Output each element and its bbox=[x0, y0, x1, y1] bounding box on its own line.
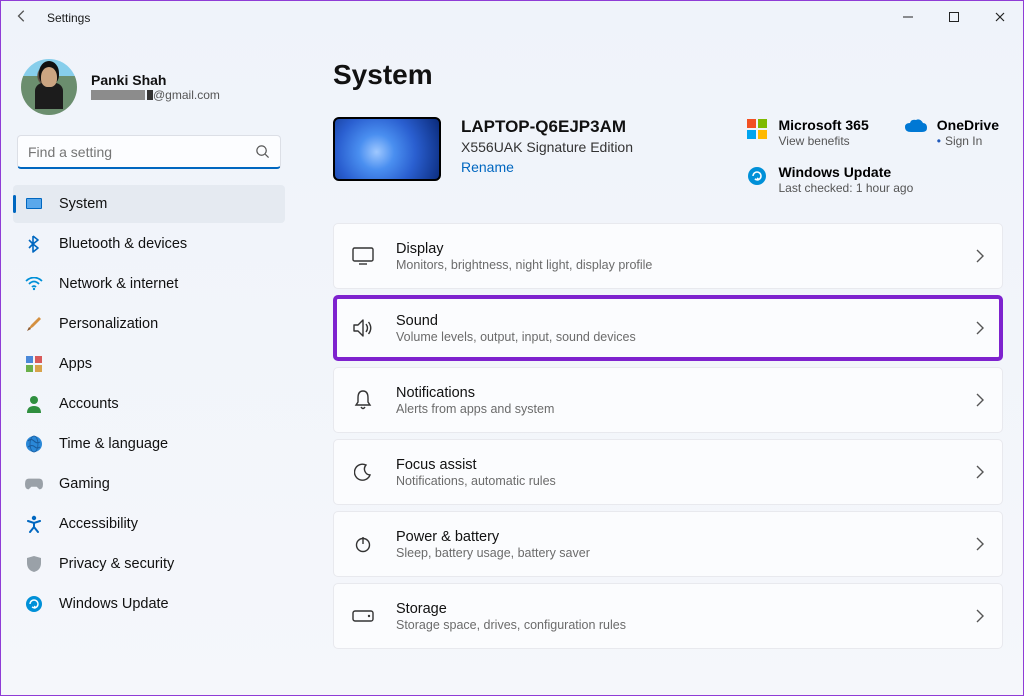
card-power[interactable]: Power & batterySleep, battery usage, bat… bbox=[333, 511, 1003, 577]
sidebar-item-label: Windows Update bbox=[59, 596, 169, 612]
sidebar-item-gaming[interactable]: Gaming bbox=[13, 465, 285, 503]
system-icon bbox=[25, 195, 43, 213]
sidebar-item-privacy[interactable]: Privacy & security bbox=[13, 545, 285, 583]
minimize-button[interactable] bbox=[885, 1, 931, 33]
sidebar-item-update[interactable]: Windows Update bbox=[13, 585, 285, 623]
accessibility-icon bbox=[25, 515, 43, 533]
window-controls bbox=[885, 1, 1023, 33]
chevron-right-icon bbox=[976, 465, 984, 479]
device-block: LAPTOP-Q6EJP3AM X556UAK Signature Editio… bbox=[333, 117, 1003, 195]
profile[interactable]: Panki Shah @gmail.com bbox=[21, 59, 285, 115]
sidebar-item-label: System bbox=[59, 196, 107, 212]
profile-email: @gmail.com bbox=[91, 88, 220, 102]
card-notifications[interactable]: NotificationsAlerts from apps and system bbox=[333, 367, 1003, 433]
storage-icon bbox=[352, 605, 374, 627]
sidebar-item-label: Network & internet bbox=[59, 276, 178, 292]
maximize-button[interactable] bbox=[931, 1, 977, 33]
sidebar-item-label: Gaming bbox=[59, 476, 110, 492]
ms365-icon bbox=[747, 119, 767, 139]
sound-icon bbox=[352, 317, 374, 339]
card-sound[interactable]: SoundVolume levels, output, input, sound… bbox=[333, 295, 1003, 361]
chevron-right-icon bbox=[976, 249, 984, 263]
sidebar-item-time[interactable]: Time & language bbox=[13, 425, 285, 463]
sidebar-item-network[interactable]: Network & internet bbox=[13, 265, 285, 303]
display-icon bbox=[352, 245, 374, 267]
globe-icon bbox=[25, 435, 43, 453]
sidebar-item-accounts[interactable]: Accounts bbox=[13, 385, 285, 423]
sidebar-item-system[interactable]: System bbox=[13, 185, 285, 223]
quick-onedrive[interactable]: OneDrive•Sign In bbox=[905, 117, 999, 148]
shield-icon bbox=[25, 555, 43, 573]
sidebar-item-label: Accessibility bbox=[59, 516, 138, 532]
sidebar-item-apps[interactable]: Apps bbox=[13, 345, 285, 383]
search-icon bbox=[255, 144, 270, 159]
update-circle-icon bbox=[747, 166, 767, 186]
nav: System Bluetooth & devices Network & int… bbox=[13, 185, 285, 623]
apps-icon bbox=[25, 355, 43, 373]
sidebar-item-label: Time & language bbox=[59, 436, 168, 452]
search-input[interactable] bbox=[28, 144, 255, 160]
window-title: Settings bbox=[47, 11, 90, 25]
rename-link[interactable]: Rename bbox=[461, 159, 514, 175]
power-icon bbox=[352, 533, 374, 555]
card-storage[interactable]: StorageStorage space, drives, configurat… bbox=[333, 583, 1003, 649]
sidebar-item-bluetooth[interactable]: Bluetooth & devices bbox=[13, 225, 285, 263]
sidebar-item-label: Personalization bbox=[59, 316, 158, 332]
quick-update[interactable]: Windows UpdateLast checked: 1 hour ago bbox=[747, 164, 1000, 195]
quick-ms365[interactable]: Microsoft 365View benefits bbox=[747, 117, 869, 148]
chevron-right-icon bbox=[976, 321, 984, 335]
controller-icon bbox=[25, 475, 43, 493]
page-title: System bbox=[333, 59, 1003, 91]
sidebar-item-label: Privacy & security bbox=[59, 556, 174, 572]
sidebar-item-label: Apps bbox=[59, 356, 92, 372]
card-focus[interactable]: Focus assistNotifications, automatic rul… bbox=[333, 439, 1003, 505]
main: System LAPTOP-Q6EJP3AM X556UAK Signature… bbox=[297, 35, 1023, 695]
onedrive-icon bbox=[905, 119, 925, 139]
update-icon bbox=[25, 595, 43, 613]
settings-cards: DisplayMonitors, brightness, night light… bbox=[333, 223, 1003, 649]
chevron-right-icon bbox=[976, 537, 984, 551]
sidebar-item-accessibility[interactable]: Accessibility bbox=[13, 505, 285, 543]
card-display[interactable]: DisplayMonitors, brightness, night light… bbox=[333, 223, 1003, 289]
sidebar-item-label: Bluetooth & devices bbox=[59, 236, 187, 252]
person-icon bbox=[25, 395, 43, 413]
device-model: X556UAK Signature Edition bbox=[461, 139, 633, 155]
bluetooth-icon bbox=[25, 235, 43, 253]
profile-name: Panki Shah bbox=[91, 72, 220, 88]
avatar bbox=[21, 59, 77, 115]
close-button[interactable] bbox=[977, 1, 1023, 33]
sidebar-item-personalization[interactable]: Personalization bbox=[13, 305, 285, 343]
back-icon[interactable] bbox=[15, 9, 33, 27]
wifi-icon bbox=[25, 275, 43, 293]
chevron-right-icon bbox=[976, 609, 984, 623]
sidebar-item-label: Accounts bbox=[59, 396, 119, 412]
search-box[interactable] bbox=[17, 135, 281, 169]
device-name: LAPTOP-Q6EJP3AM bbox=[461, 117, 633, 137]
moon-icon bbox=[352, 461, 374, 483]
chevron-right-icon bbox=[976, 393, 984, 407]
titlebar: Settings bbox=[1, 1, 1023, 35]
device-thumbnail bbox=[333, 117, 441, 181]
brush-icon bbox=[25, 315, 43, 333]
sidebar: Panki Shah @gmail.com System Bluetooth &… bbox=[1, 35, 297, 695]
bell-icon bbox=[352, 389, 374, 411]
